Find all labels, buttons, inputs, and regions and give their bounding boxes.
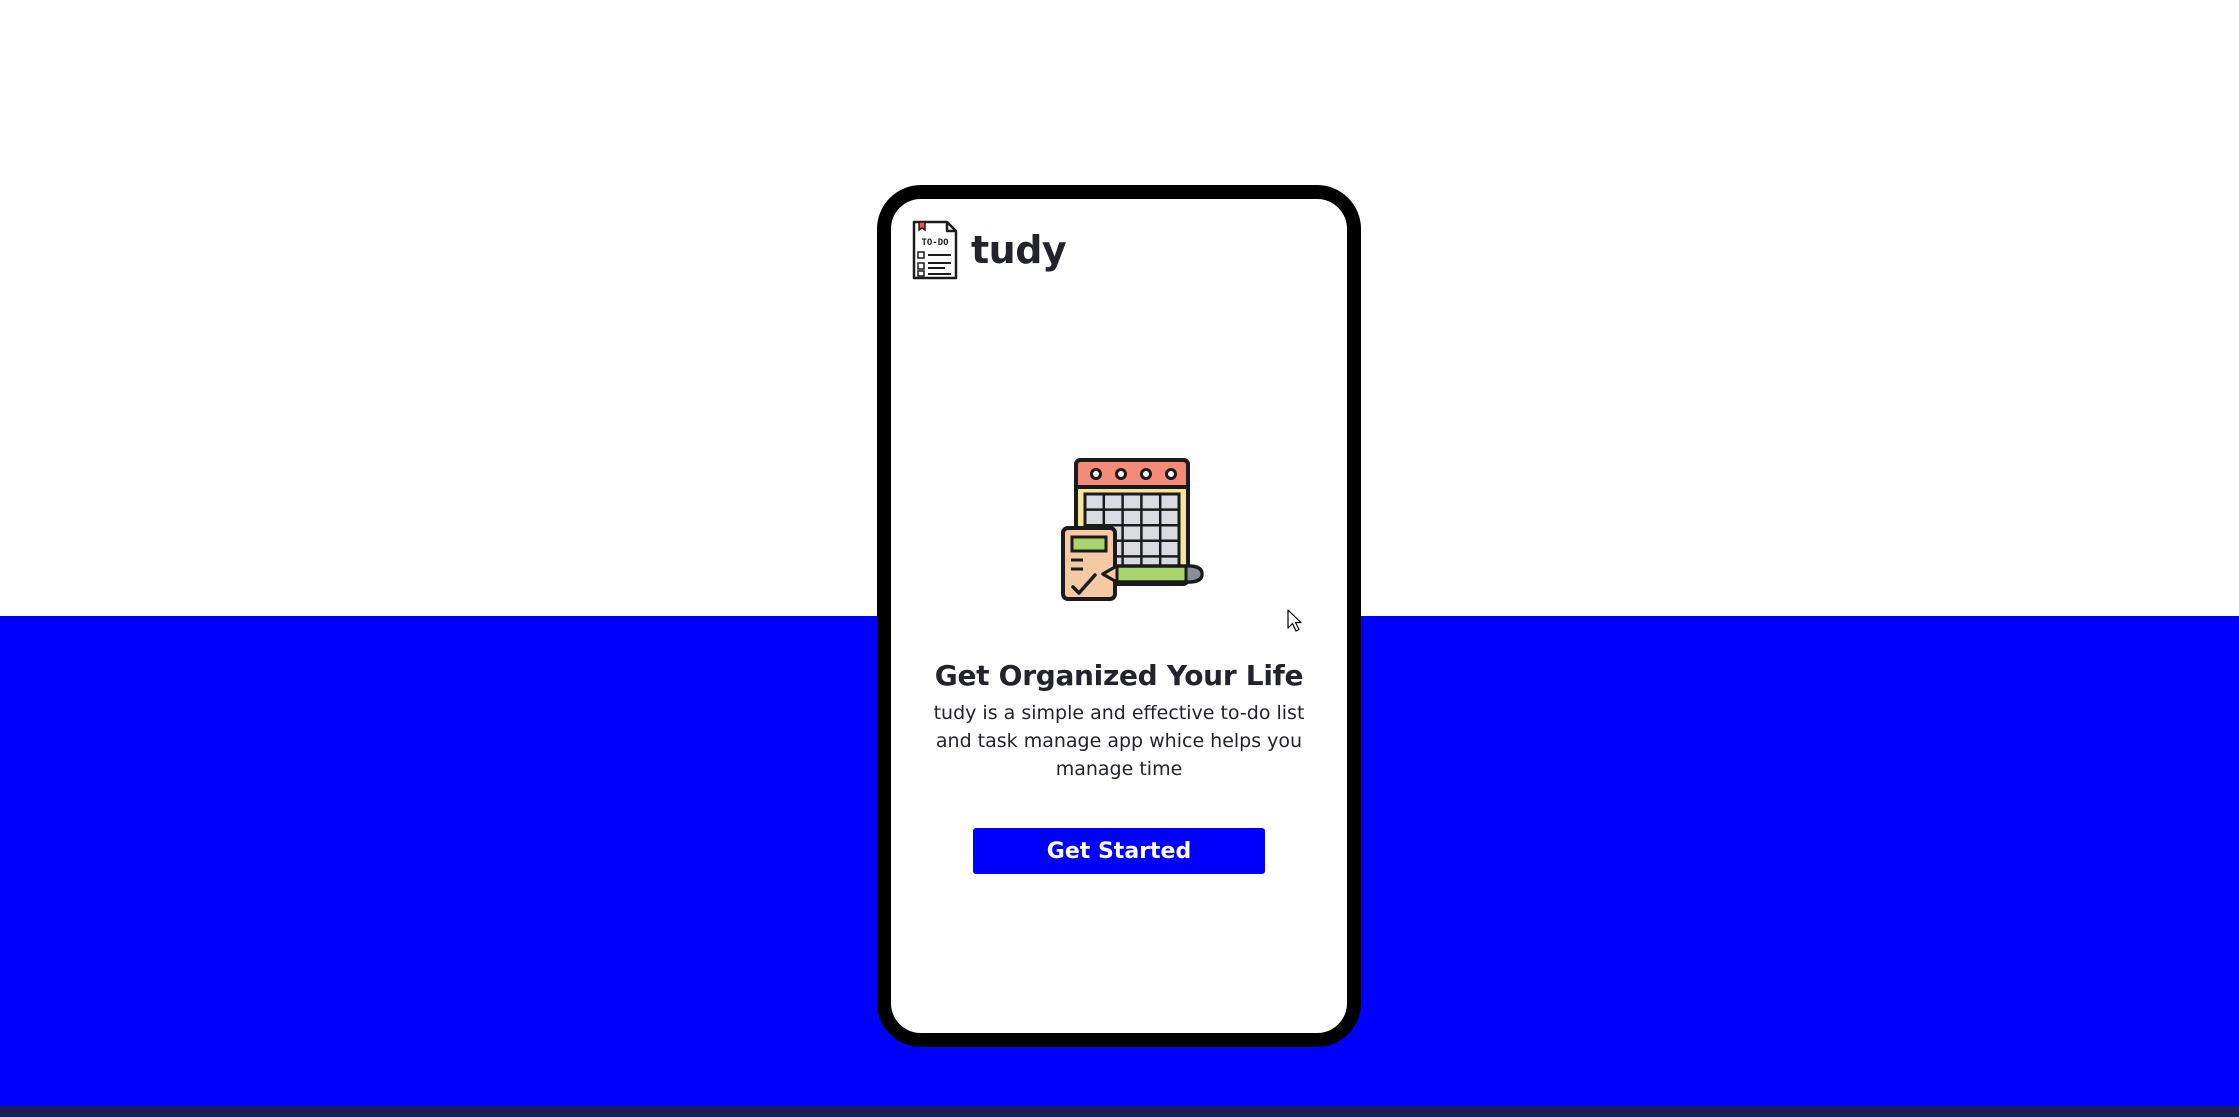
todo-list-icon: TO-DO (912, 220, 958, 280)
get-started-button[interactable]: Get Started (973, 828, 1265, 874)
app-description: tudy is a simple and effective to-do lis… (933, 702, 1305, 780)
brand-name: tudy (971, 228, 1067, 272)
page-title: Get Organized Your Life (934, 659, 1304, 692)
app-header: TO-DO tudy (911, 219, 1067, 281)
calendar-planner-icon (1061, 458, 1204, 601)
mouse-cursor-icon (1287, 609, 1302, 632)
landing-page: TO-DO tudy Get Organized Your Life tudy … (0, 0, 2239, 1117)
svg-text:TO-DO: TO-DO (921, 238, 949, 248)
footer-strip (0, 1106, 2239, 1117)
